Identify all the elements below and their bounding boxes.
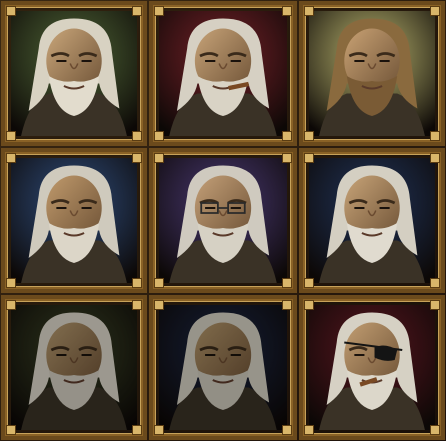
frame-corner-ornament <box>6 425 16 435</box>
frame-corner-ornament <box>132 131 142 141</box>
portrait-tile[interactable] <box>1 1 147 146</box>
eyepatch-man-portrait-icon <box>309 305 435 430</box>
frame-corner-ornament <box>154 425 164 435</box>
portrait-tile[interactable] <box>149 148 297 293</box>
frame-corner-ornament <box>304 6 314 16</box>
frame-corner-ornament <box>154 131 164 141</box>
old-man-portrait-icon <box>11 11 137 136</box>
frame-corner-ornament <box>430 131 440 141</box>
frame-corner-ornament <box>304 278 314 288</box>
frame-corner-ornament <box>304 425 314 435</box>
frame-corner-ornament <box>154 6 164 16</box>
frame-corner-ornament <box>304 153 314 163</box>
frame-corner-ornament <box>132 6 142 16</box>
frame-corner-ornament <box>430 300 440 310</box>
frame-corner-ornament <box>282 300 292 310</box>
frame-corner-ornament <box>304 131 314 141</box>
frame-corner-ornament <box>132 278 142 288</box>
frame-corner-ornament <box>430 278 440 288</box>
portrait-tile[interactable] <box>149 295 297 440</box>
frame-corner-ornament <box>6 131 16 141</box>
ponytail-man-portrait-icon <box>11 158 137 283</box>
frame-corner-ornament <box>430 425 440 435</box>
frame-corner-ornament <box>6 153 16 163</box>
portrait-grid <box>0 0 446 441</box>
frame-corner-ornament <box>6 300 16 310</box>
frame-corner-ornament <box>282 425 292 435</box>
frame-corner-ornament <box>282 153 292 163</box>
frame-corner-ornament <box>282 278 292 288</box>
frame-corner-ornament <box>132 300 142 310</box>
frame-corner-ornament <box>6 6 16 16</box>
portrait-tile[interactable] <box>149 1 297 146</box>
frame-corner-ornament <box>430 153 440 163</box>
long-white-hair-man-portrait-icon <box>309 158 435 283</box>
frame-corner-ornament <box>132 425 142 435</box>
frame-corner-ornament <box>282 131 292 141</box>
shadowed-man-2-portrait-icon <box>159 305 287 430</box>
frame-corner-ornament <box>132 153 142 163</box>
portrait-tile[interactable] <box>1 295 147 440</box>
cigar-man-portrait-icon <box>159 11 287 136</box>
portrait-tile[interactable] <box>299 148 445 293</box>
glasses-man-portrait-icon <box>159 158 287 283</box>
frame-corner-ornament <box>304 300 314 310</box>
frame-corner-ornament <box>6 278 16 288</box>
frame-corner-ornament <box>154 153 164 163</box>
frame-corner-ornament <box>154 300 164 310</box>
shadowed-man-portrait-icon <box>11 305 137 430</box>
frame-corner-ornament <box>430 6 440 16</box>
frame-corner-ornament <box>282 6 292 16</box>
frame-corner-ornament <box>154 278 164 288</box>
portrait-tile[interactable] <box>299 295 445 440</box>
brown-hair-man-portrait-icon <box>309 11 435 136</box>
portrait-tile[interactable] <box>299 1 445 146</box>
portrait-tile[interactable] <box>1 148 147 293</box>
